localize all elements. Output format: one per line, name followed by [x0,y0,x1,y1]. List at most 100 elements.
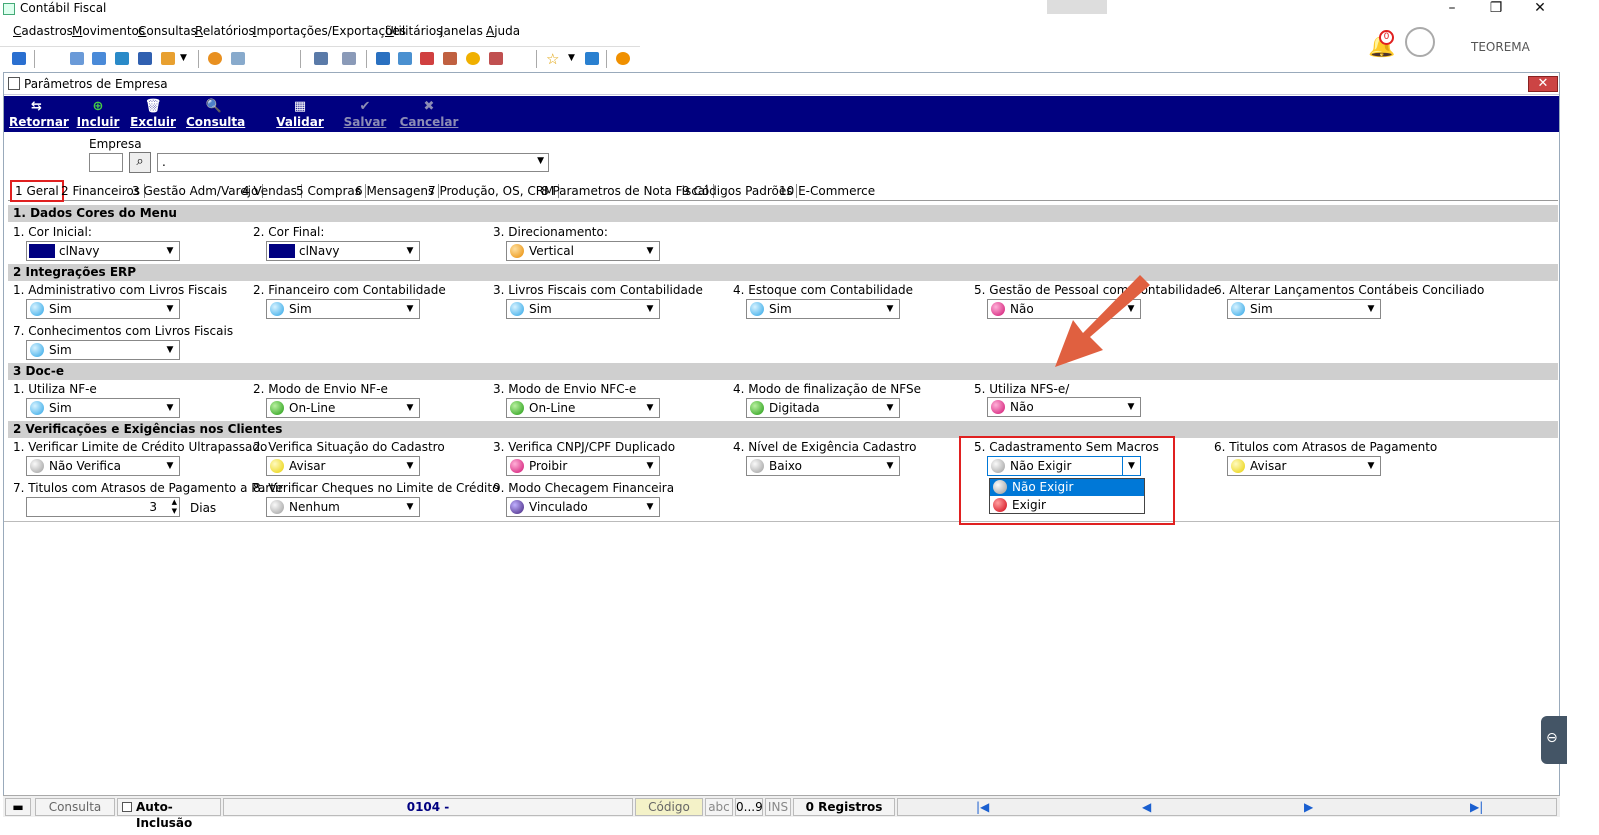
close-button[interactable]: ✕ [1520,0,1560,18]
calculator-icon[interactable] [398,52,412,65]
nav-first-button[interactable]: |◀ [976,799,989,815]
status-dot-icon [991,400,1005,414]
toolbar-icon-9[interactable] [314,52,328,65]
menu-movimentos[interactable]: Movimentos [72,24,145,38]
section-integracoes-erp: 2 Integrações ERP [8,264,1558,281]
status-dot-icon [510,244,524,258]
toolbar-icon-11[interactable] [376,52,390,65]
status-registros: 0 Registros [793,798,895,816]
situacao-cadastro-select[interactable]: Avisar ▼ [266,456,420,476]
toolbar-icon-10[interactable] [342,52,356,65]
toolbar-icon-1[interactable] [12,52,26,65]
chevron-down-icon[interactable]: ▼ [180,53,187,63]
toolbar-icon-3[interactable] [92,52,106,65]
menu-ajuda[interactable]: Ajuda [486,24,520,38]
menu-cadastros[interactable]: Cadastros [13,24,73,38]
empresa-code-input[interactable] [89,153,123,172]
clock-icon[interactable] [466,52,480,65]
admin-livros-select[interactable]: Sim ▼ [26,299,180,319]
toolbar-icon-4[interactable] [115,52,129,65]
chevron-down-icon[interactable]: ▼ [568,53,575,63]
menu-utilitarios[interactable]: Utilitários [385,24,442,38]
utiliza-nfe-select[interactable]: Sim ▼ [26,398,180,418]
checagem-financeira-select[interactable]: Vinculado ▼ [506,497,660,517]
window-close-button[interactable]: ✕ [1528,76,1558,92]
section-doc-e: 3 Doc-e [8,363,1558,380]
limite-credito-select[interactable]: Não Verifica ▼ [26,456,180,476]
toolbar-icon-7[interactable] [208,52,222,65]
modo-envio-nfce-select[interactable]: On-Line ▼ [506,398,660,418]
consulta-button[interactable]: 🔍 Consulta [186,96,245,132]
cor-inicial-select[interactable]: clNavy ▼ [26,241,180,261]
nav-last-button[interactable]: ▶| [1470,799,1483,815]
tab-ecommerce[interactable]: 10 E-Commerce [775,184,879,198]
empresa-select[interactable]: . ▼ [157,153,549,172]
nivel-exigencia-select[interactable]: Baixo ▼ [746,456,900,476]
livros-contab-select[interactable]: Sim ▼ [506,299,660,319]
status-dot-icon [510,401,524,415]
toolbar-icon-12[interactable] [443,52,457,65]
chevron-down-icon: ▼ [886,304,894,314]
cancelar-button[interactable]: ✖ Cancelar [399,96,459,132]
field-label: 3. Modo de Envio NFC-e [493,382,637,396]
star-icon[interactable]: ☆ [546,50,559,68]
app-icon [3,3,15,15]
select-value: Proibir [529,459,568,473]
cor-final-select[interactable]: clNavy ▼ [266,241,420,261]
finalizacao-nfse-select[interactable]: Digitada ▼ [746,398,900,418]
toolbar-icon-5[interactable] [138,52,152,65]
menu-janelas[interactable]: Janelas [440,24,483,38]
nav-next-button[interactable]: ▶ [1304,799,1313,815]
menu-relatorios[interactable]: Relatórios [195,24,255,38]
validar-button[interactable]: ▦ Validar [274,96,326,132]
modo-envio-nfe-select[interactable]: On-Line ▼ [266,398,420,418]
toolbar-icon-6[interactable] [161,52,175,65]
spin-arrows-icon[interactable]: ▲ ▼ [172,498,177,516]
power-icon[interactable] [616,52,630,65]
chevron-down-icon: ▼ [886,461,894,471]
status-num: 0...9 [735,798,763,816]
status-dot-icon [270,459,284,473]
section-cores-menu: 1. Dados Cores do Menu [8,205,1558,222]
status-dot-icon [750,302,764,316]
tab-geral[interactable]: 1 Geral [10,180,64,202]
calendar-icon[interactable] [420,52,434,65]
dias-atraso-stepper[interactable]: 3 ▲ ▼ [26,497,180,517]
menu-consultas[interactable]: Consultas [138,24,197,38]
toolbar-icon-13[interactable] [489,52,503,65]
minimize-button[interactable]: – [1432,0,1472,18]
side-panel-handle[interactable]: ⊖ [1541,716,1567,764]
toolbar-icon-2[interactable] [70,52,84,65]
status-bar: ▬ Consulta Auto-Inclusão 0104 - Código a… [3,795,1560,830]
toolbar-icon-14[interactable] [585,52,599,65]
field-label: 1. Cor Inicial: [13,225,92,239]
estoque-contab-select[interactable]: Sim ▼ [746,299,900,319]
field-label: 1. Utiliza NF-e [13,382,97,396]
cnpj-duplicado-select[interactable]: Proibir ▼ [506,456,660,476]
retornar-button[interactable]: ⇆ Retornar [9,96,69,132]
toolbar-icon-8[interactable] [231,52,245,65]
chevron-down-icon: ▼ [406,246,414,256]
cheques-limite-select[interactable]: Nenhum ▼ [266,497,420,517]
titulos-atraso-select[interactable]: Avisar ▼ [1227,456,1381,476]
financeiro-contab-select[interactable]: Sim ▼ [266,299,420,319]
direcionamento-select[interactable]: Vertical ▼ [506,241,660,261]
incluir-button[interactable]: ⊕ Incluir [74,96,122,132]
nav-prev-button[interactable]: ◀ [1142,799,1151,815]
field-label: 6. Titulos com Atrasos de Pagamento [1214,440,1438,454]
menu-importacoes[interactable]: Importações/Exportações [253,24,406,38]
salvar-button[interactable]: ✔ Salvar [339,96,391,132]
user-avatar-icon[interactable] [1405,27,1435,57]
maximize-button[interactable]: ❐ [1476,0,1516,18]
status-dot-icon [270,500,284,514]
conhecimentos-livros-select[interactable]: Sim ▼ [26,340,180,360]
divider [4,521,1559,522]
utiliza-nfse-select[interactable]: Não ▼ [987,397,1141,417]
auto-inclusao-checkbox[interactable]: Auto-Inclusão [117,798,221,830]
record-navigator: |◀ ◀ ▶ ▶| [897,798,1557,816]
lancamentos-conciliado-select[interactable]: Sim ▼ [1227,299,1381,319]
excluir-button[interactable]: 🗑 Excluir [129,96,177,132]
annotation-arrow-icon [1055,275,1150,367]
checkbox-icon[interactable] [122,802,132,812]
empresa-search-button[interactable]: ⌕ [129,152,151,173]
